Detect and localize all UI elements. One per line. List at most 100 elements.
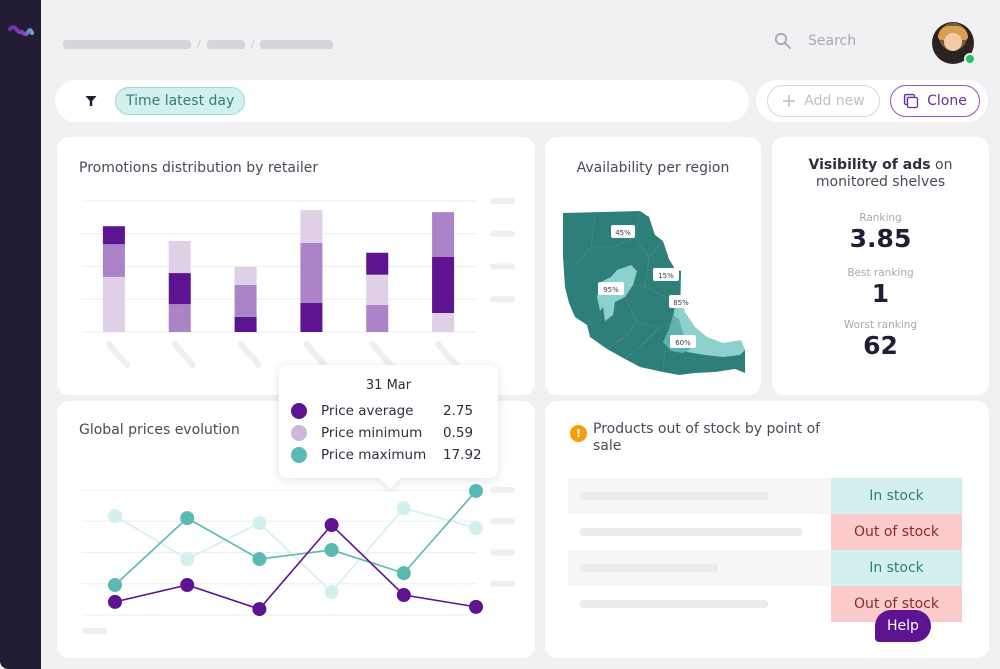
data-point[interactable] [252,516,267,531]
clone-button[interactable]: Clone [890,85,980,117]
bar-segment[interactable] [102,226,125,245]
data-point[interactable] [469,599,483,614]
breadcrumb-item[interactable] [260,40,334,49]
data-point[interactable] [469,521,483,536]
tooltip-value: 0.59 [443,425,474,441]
bar-segment[interactable] [168,273,191,305]
data-point[interactable] [324,543,339,557]
bar-segment[interactable] [234,266,257,285]
bar-segment[interactable] [432,313,455,332]
best-ranking-label: Best ranking [847,267,914,279]
data-point[interactable] [252,602,267,617]
online-status-badge [964,53,976,65]
legend-dot-minimum [291,425,307,441]
copy-icon [903,93,919,109]
stock-title: Products out of stock by point of sale [593,421,821,454]
tooltip-row-average: Price average 2.75 [291,403,491,419]
add-new-button[interactable]: Add new [767,85,880,117]
bar-segment[interactable] [366,252,389,275]
tooltip-value: 17.92 [443,447,482,463]
app-logo-icon[interactable] [8,24,34,38]
series-line [114,490,477,586]
search-placeholder[interactable]: Search [808,33,856,49]
bar-segment[interactable] [168,240,191,274]
bar-segment[interactable] [300,210,323,243]
stock-status-badge: In stock [831,478,962,514]
y-tick-placeholder [490,549,515,556]
bar-segment[interactable] [234,316,257,332]
worst-ranking-label: Worst ranking [843,319,918,331]
stock-row[interactable]: Out of stock [568,514,963,550]
filter-chip-time[interactable]: Time latest day [115,87,246,115]
ranking-value: 3.85 [849,224,912,253]
data-point[interactable] [396,566,411,581]
promotions-bar-chart [82,198,515,368]
bar-segment[interactable] [102,276,125,332]
y-tick-placeholder [490,580,515,587]
breadcrumb-separator: / [197,38,201,51]
legend-dot-average [291,403,307,419]
prices-tooltip: 31 Mar Price average 2.75 Price minimum … [279,365,498,478]
y-tick-placeholder [490,198,515,204]
y-tick-placeholder [490,518,515,525]
bar-segment[interactable] [102,244,125,277]
data-point[interactable] [252,552,267,567]
user-avatar[interactable] [932,22,976,65]
avatar-face [944,33,962,51]
funnel-icon[interactable] [85,95,97,107]
add-new-label: Add new [804,93,865,109]
bar-segment[interactable] [432,212,455,258]
breadcrumb-separator: / [250,38,255,51]
x-tick-placeholder [237,341,262,368]
tooltip-label: Price average [321,403,414,419]
data-point[interactable] [108,594,122,609]
tooltip-row-minimum: Price minimum 0.59 [291,425,491,441]
stock-row[interactable]: In stock [568,550,963,586]
data-point[interactable] [108,578,122,592]
bar-segment[interactable] [168,304,191,332]
tooltip-row-maximum: Price maximum 17.92 [291,447,491,463]
bar-segment[interactable] [234,284,257,317]
data-point[interactable] [108,508,122,523]
series-line [114,523,477,610]
map-label-15: 15% [658,272,674,280]
breadcrumb-item[interactable] [206,40,245,49]
search-icon [774,32,791,49]
stock-status-badge: Out of stock [831,514,962,550]
action-bar: Add new Clone [756,80,988,122]
map-label-45: 45% [615,229,631,237]
data-point[interactable] [180,511,195,526]
bar-segment[interactable] [366,274,389,305]
map-label-60: 60% [675,339,691,347]
map-label-95: 95% [603,286,619,294]
x-tick-placeholder [303,341,328,368]
ranking-label: Ranking [859,212,902,224]
map-label-85: 85% [673,299,689,307]
data-point[interactable] [469,483,483,498]
tooltip-label: Price minimum [321,425,423,441]
search-field[interactable]: Search [774,32,856,50]
x-tick-placeholder [369,341,394,368]
breadcrumb-item[interactable] [63,40,191,49]
tooltip-value: 2.75 [443,403,474,419]
data-point[interactable] [180,552,195,567]
main-area: / / Search Time latest day Add new Clone… [41,0,1000,669]
x-tick-placeholder [82,628,107,634]
bar-segment[interactable] [300,302,323,332]
bar-segment[interactable] [432,257,455,314]
data-point[interactable] [396,501,411,516]
help-button[interactable]: Help [875,610,931,642]
data-point[interactable] [324,584,339,599]
sidebar [0,0,41,669]
y-tick-placeholder [490,230,515,237]
bar-segment[interactable] [300,242,323,303]
stock-row[interactable]: In stock [568,478,963,514]
data-point[interactable] [324,518,339,532]
data-point[interactable] [396,588,411,602]
filter-bar: Time latest day [55,80,749,122]
bar-segment[interactable] [366,304,389,332]
stock-status-badge: In stock [831,550,962,586]
data-point[interactable] [180,578,195,592]
point-of-sale-placeholder [580,528,802,536]
best-ranking-value: 1 [871,279,890,308]
